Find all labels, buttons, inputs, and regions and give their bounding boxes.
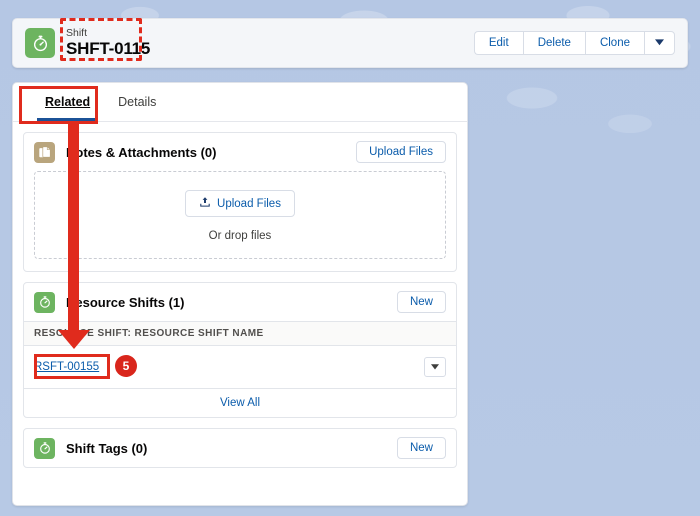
stopwatch-icon bbox=[34, 437, 55, 459]
column-header: RESOURCE SHIFT: RESOURCE SHIFT NAME bbox=[24, 321, 456, 346]
shift-tags-panel: Shift Tags (0) New bbox=[23, 428, 457, 468]
record-actions: Edit Delete Clone bbox=[473, 31, 675, 55]
resource-shifts-panel-title: Resource Shifts (1) bbox=[66, 294, 185, 310]
stopwatch-icon bbox=[34, 291, 55, 313]
upload-icon bbox=[199, 196, 211, 211]
file-dropzone[interactable]: Upload Files Or drop files bbox=[34, 171, 446, 259]
shift-tags-panel-header: Shift Tags (0) New bbox=[24, 429, 456, 467]
related-content-card: Related Details Notes & Attachments (0) … bbox=[12, 82, 468, 506]
upload-files-button-label: Upload Files bbox=[217, 197, 281, 210]
row-actions-button[interactable] bbox=[424, 357, 446, 377]
notes-panel-title: Notes & Attachments (0) bbox=[66, 144, 217, 160]
record-title-block: Shift SHFT-0115 bbox=[66, 28, 150, 58]
related-panels: Notes & Attachments (0) Upload Files Upl… bbox=[13, 122, 467, 488]
table-row: RSFT-00155 bbox=[24, 346, 456, 388]
upload-files-button[interactable]: Upload Files bbox=[185, 190, 295, 217]
record-object-label: Shift bbox=[66, 27, 88, 40]
resource-shifts-panel: Resource Shifts (1) New RESOURCE SHIFT: … bbox=[23, 282, 457, 418]
tab-bar: Related Details bbox=[13, 83, 467, 122]
shift-tags-panel-title: Shift Tags (0) bbox=[66, 440, 148, 456]
edit-button[interactable]: Edit bbox=[473, 31, 523, 55]
resource-shifts-panel-header: Resource Shifts (1) New bbox=[24, 283, 456, 321]
tab-details[interactable]: Details bbox=[104, 83, 170, 121]
more-actions-button[interactable] bbox=[644, 31, 675, 55]
view-all-link[interactable]: View All bbox=[24, 388, 456, 417]
new-resource-shift-button[interactable]: New bbox=[396, 291, 446, 313]
stopwatch-icon bbox=[25, 28, 55, 58]
record-header: Shift SHFT-0115 Edit Delete Clone bbox=[12, 18, 688, 68]
new-shift-tag-button[interactable]: New bbox=[396, 437, 446, 459]
tab-related[interactable]: Related bbox=[31, 83, 104, 121]
delete-button[interactable]: Delete bbox=[522, 31, 585, 55]
resource-shift-link[interactable]: RSFT-00155 bbox=[34, 361, 99, 373]
notes-panel-header: Notes & Attachments (0) Upload Files bbox=[24, 133, 456, 171]
record-name: SHFT-0115 bbox=[66, 39, 151, 59]
clone-button[interactable]: Clone bbox=[584, 31, 644, 55]
upload-files-header-button[interactable]: Upload Files bbox=[356, 141, 446, 163]
file-icon bbox=[34, 141, 55, 163]
drop-files-text: Or drop files bbox=[208, 230, 272, 242]
notes-attachments-panel: Notes & Attachments (0) Upload Files Upl… bbox=[23, 132, 457, 272]
chevron-down-icon bbox=[655, 37, 664, 49]
